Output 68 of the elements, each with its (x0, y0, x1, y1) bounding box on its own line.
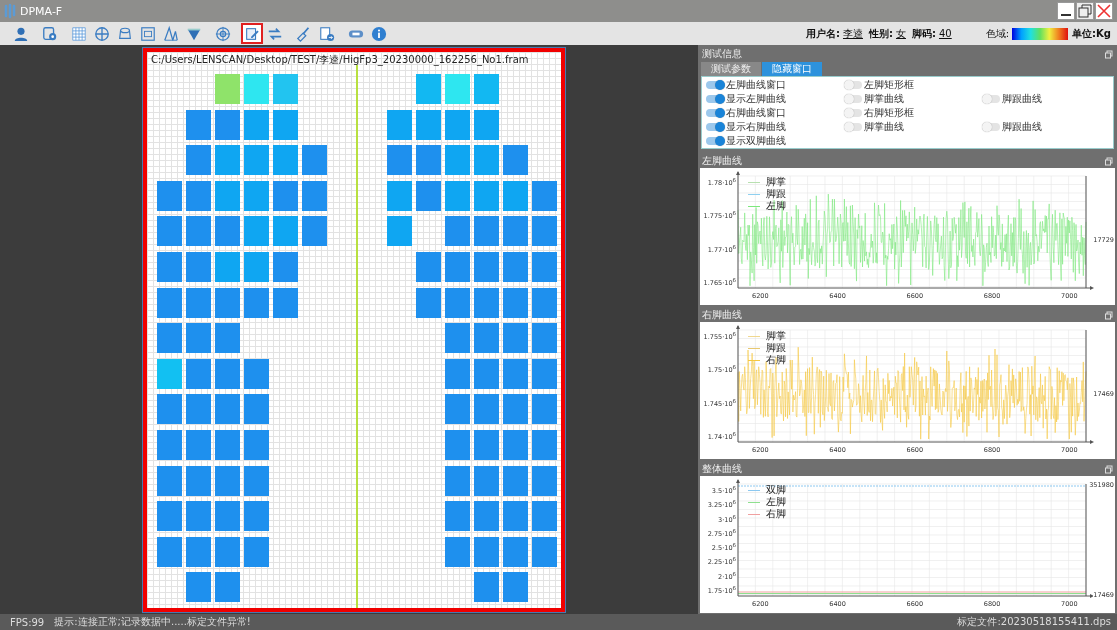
grid-icon (71, 24, 87, 43)
user-info-value: 李逵 (843, 26, 863, 41)
user-info-label: 脚码: (912, 26, 936, 41)
toggle-label: 显示双脚曲线 (726, 134, 786, 148)
toggle-label: 脚掌曲线 (864, 120, 904, 134)
user-info-label: 性别: (869, 26, 893, 41)
peak-icon (163, 24, 179, 43)
toggle-label: 显示左脚曲线 (726, 92, 786, 106)
toggle-switch[interactable] (706, 123, 724, 131)
settings-icon (42, 24, 58, 43)
user-info-value: 40 (939, 28, 952, 39)
float-icon[interactable] (1105, 156, 1113, 166)
legend-label: 脚跟 (766, 187, 786, 201)
toggle-switch[interactable] (706, 109, 724, 117)
user-info-label: 用户名: (806, 26, 840, 41)
toggle-switch[interactable] (706, 137, 724, 145)
panel-title: 左脚曲线 (702, 154, 742, 168)
color-scale-label: 色域: (985, 26, 1010, 41)
float-icon[interactable] (1105, 310, 1113, 320)
color-scale-bar (1012, 27, 1069, 40)
legend-label: 脚掌 (766, 329, 786, 343)
toggle-label: 显示右脚曲线 (726, 120, 786, 134)
legend-label: 右脚 (766, 507, 786, 521)
fps-counter: FPS:99 (10, 616, 45, 628)
crosshair-icon (94, 24, 110, 43)
tab[interactable]: 测试参数 (701, 62, 761, 76)
float-icon[interactable] (1105, 464, 1113, 474)
float-icon[interactable] (1105, 49, 1113, 59)
broom-icon (296, 24, 312, 43)
close-icon[interactable] (1095, 2, 1113, 20)
status-message: 提示:连接正常;记录数据中.....标定文件异常! (54, 615, 251, 629)
tab[interactable]: 隐藏窗口 (762, 62, 822, 76)
panel-title: 测试信息 (702, 47, 742, 61)
legend-label: 左脚 (766, 495, 786, 509)
target-icon (215, 24, 231, 43)
toggle-switch[interactable] (982, 95, 1000, 103)
toggle-switch[interactable] (706, 95, 724, 103)
toggle-label: 左脚曲线窗口 (726, 78, 786, 92)
toggle-switch[interactable] (844, 123, 862, 131)
info-icon (371, 24, 387, 43)
toggle-label: 右脚矩形框 (864, 106, 914, 120)
file-path: C:/Users/LENSCAN/Desktop/TEST/李逵/HigFp3_20230000_162256_No1.fram (150, 53, 530, 65)
toggle-label: 脚掌曲线 (864, 92, 904, 106)
document-arrow-icon (319, 24, 335, 43)
app-logo-icon (4, 3, 16, 19)
panel-title: 右脚曲线 (702, 308, 742, 322)
toggle-label: 左脚矩形框 (864, 78, 914, 92)
legend-label: 脚跟 (766, 341, 786, 355)
window-title: DPMA-F (20, 4, 63, 18)
toggle-switch[interactable] (844, 81, 862, 89)
toggle-label: 脚跟曲线 (1002, 120, 1042, 134)
panel-title: 整体曲线 (702, 462, 742, 476)
restore-icon[interactable] (1076, 2, 1094, 20)
user-info-value: 女 (896, 26, 906, 41)
legend-label: 双脚 (766, 483, 786, 497)
toggle-label: 脚跟曲线 (1002, 92, 1042, 106)
legend-label: 左脚 (766, 199, 786, 213)
unit-label: 单位:Kg (1072, 26, 1111, 41)
legend-label: 脚掌 (766, 175, 786, 189)
toggle-switch[interactable] (844, 95, 862, 103)
legend-label: 右脚 (766, 353, 786, 367)
minimize-icon[interactable] (1057, 2, 1075, 20)
toggle-switch[interactable] (706, 81, 724, 89)
toggle-switch[interactable] (982, 123, 1000, 131)
toggle-label: 右脚曲线窗口 (726, 106, 786, 120)
calibration-file: 标定文件:20230518155411.dps (957, 615, 1111, 629)
toolbar-button[interactable] (241, 23, 263, 44)
toggle-switch[interactable] (844, 109, 862, 117)
